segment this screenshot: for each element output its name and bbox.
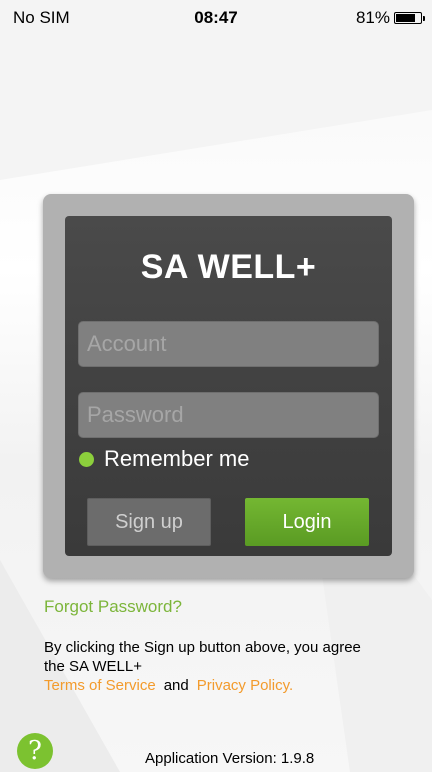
forgot-password-link[interactable]: Forgot Password? — [44, 597, 182, 617]
battery-percent: 81% — [355, 8, 390, 27]
login-card: SA WELL+ Remember me Sign up Login — [65, 216, 392, 556]
login-card-frame: SA WELL+ Remember me Sign up Login — [43, 194, 414, 578]
terms-and-text: and — [163, 677, 189, 694]
login-button[interactable]: Login — [245, 498, 369, 546]
status-bar: No SIM 08:47 81% — [0, 0, 432, 40]
battery-tip — [423, 16, 425, 21]
app-title: SA WELL+ — [140, 248, 317, 286]
battery-icon — [394, 12, 425, 24]
account-input[interactable] — [78, 321, 379, 367]
terms-text: By clicking the Sign up button above, yo… — [44, 639, 361, 675]
remember-me-toggle[interactable]: Remember me — [78, 446, 249, 472]
password-input[interactable] — [78, 392, 379, 438]
terms-links-row: Terms of Service and Privacy Policy. — [44, 676, 384, 695]
privacy-policy-link[interactable]: Privacy Policy. — [197, 677, 293, 694]
terms-notice: By clicking the Sign up button above, yo… — [44, 638, 384, 695]
remember-me-label: Remember me — [104, 446, 250, 471]
help-icon[interactable]: ? — [17, 733, 53, 769]
app-version: Application Version: 1.9.8 — [145, 750, 315, 767]
battery-fill — [396, 14, 415, 22]
sign-up-button[interactable]: Sign up — [87, 498, 211, 546]
terms-of-service-link[interactable]: Terms of Service — [44, 677, 156, 694]
remember-dot-icon — [79, 451, 94, 467]
battery-status: 81% — [355, 8, 425, 28]
